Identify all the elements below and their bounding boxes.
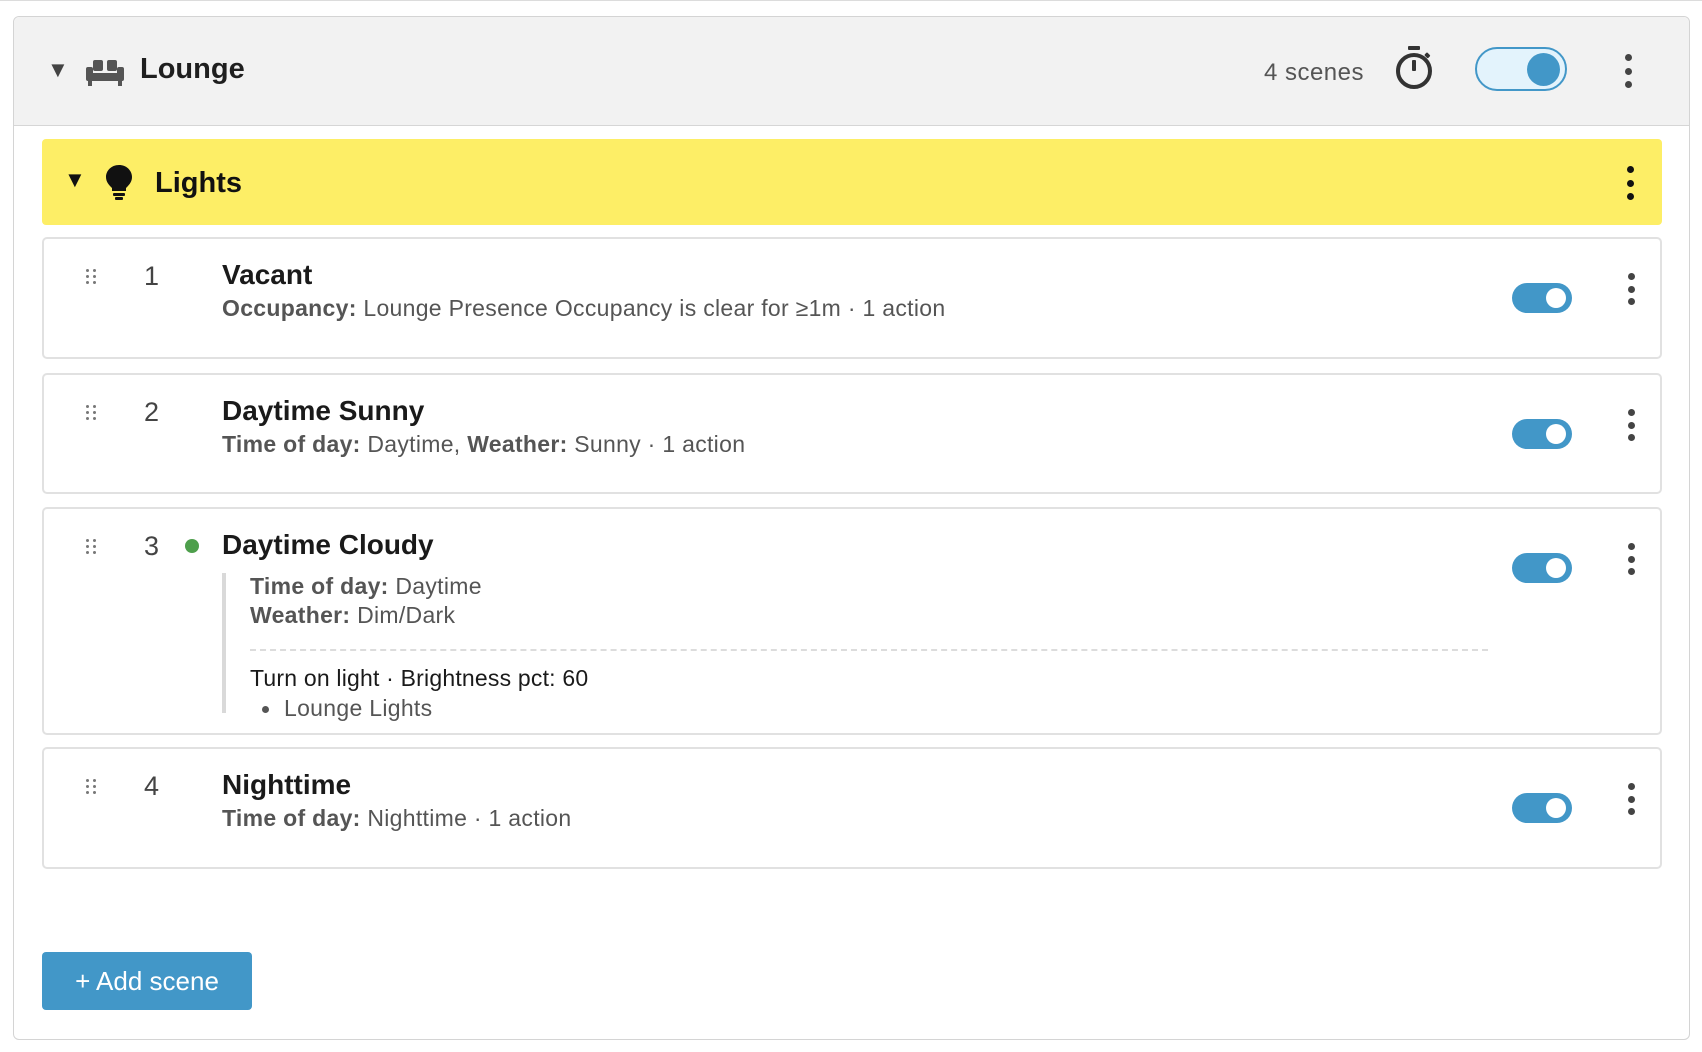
- group-title: Lights: [155, 167, 242, 199]
- scene-enable-toggle[interactable]: [1512, 283, 1572, 313]
- action-target: Lounge Lights: [284, 695, 433, 721]
- bullet-icon: [262, 706, 269, 713]
- scene-name: Vacant: [222, 259, 313, 290]
- scene-card-nighttime[interactable]: 4 Nighttime Time of day: Nighttime · 1 a…: [42, 747, 1662, 869]
- drag-handle-icon[interactable]: [86, 779, 100, 799]
- scene-name: Daytime Cloudy: [222, 529, 434, 560]
- scene-count: 4 scenes: [1263, 59, 1364, 86]
- scene-number: 2: [144, 397, 160, 427]
- scene-enable-toggle[interactable]: [1512, 553, 1572, 583]
- drag-handle-icon[interactable]: [86, 269, 100, 289]
- scene-name: Daytime Sunny: [222, 395, 425, 426]
- active-scene-indicator: [185, 539, 199, 553]
- drag-handle-icon[interactable]: [86, 405, 100, 425]
- add-scene-button[interactable]: + Add scene: [42, 952, 252, 1010]
- scene-more-menu-icon[interactable]: [1626, 543, 1636, 575]
- scene-enable-toggle[interactable]: [1512, 793, 1572, 823]
- room-enable-toggle[interactable]: [1475, 47, 1567, 91]
- top-divider: [0, 0, 1702, 1]
- scene-number: 4: [144, 771, 160, 801]
- scene-card-daytime-cloudy[interactable]: 3 Daytime Cloudy Time of day: Daytime We…: [42, 507, 1662, 735]
- collapse-caret-icon[interactable]: ▼: [47, 59, 69, 81]
- room-more-menu-icon[interactable]: [1623, 54, 1633, 88]
- scene-summary: Time of day: Daytime, Weather: Sunny · 1…: [222, 431, 746, 457]
- group-header-lights[interactable]: ▼ Lights: [42, 139, 1662, 225]
- sofa-icon: [86, 60, 124, 86]
- scene-more-menu-icon[interactable]: [1626, 783, 1636, 815]
- collapse-caret-icon[interactable]: ▼: [64, 169, 86, 191]
- scene-number: 3: [144, 531, 160, 561]
- scene-number: 1: [144, 261, 160, 291]
- lightbulb-icon: [106, 165, 132, 200]
- condition-row: Weather: Dim/Dark: [250, 602, 456, 628]
- scene-name: Nighttime: [222, 769, 352, 800]
- room-panel: ▼ Lounge 4 scenes ▼ Lights 1 Vacant Occu…: [13, 16, 1690, 1040]
- toggle-knob: [1527, 53, 1560, 86]
- drag-handle-icon[interactable]: [86, 539, 100, 559]
- scene-enable-toggle[interactable]: [1512, 419, 1572, 449]
- details-divider: [250, 649, 1488, 651]
- scene-more-menu-icon[interactable]: [1626, 409, 1636, 441]
- timer-icon[interactable]: [1394, 45, 1434, 91]
- scene-summary: Occupancy: Lounge Presence Occupancy is …: [222, 295, 946, 321]
- room-title: Lounge: [140, 53, 245, 85]
- scene-summary: Time of day: Nighttime · 1 action: [222, 805, 572, 831]
- scene-card-vacant[interactable]: 1 Vacant Occupancy: Lounge Presence Occu…: [42, 237, 1662, 359]
- condition-row: Time of day: Daytime: [250, 573, 482, 599]
- action-description: Turn on light · Brightness pct: 60: [250, 665, 589, 691]
- scene-more-menu-icon[interactable]: [1626, 273, 1636, 305]
- group-more-menu-icon[interactable]: [1625, 166, 1635, 200]
- room-header[interactable]: ▼ Lounge 4 scenes: [14, 17, 1689, 126]
- scene-details: Time of day: Daytime Weather: Dim/Dark T…: [222, 573, 1488, 721]
- scene-card-daytime-sunny[interactable]: 2 Daytime Sunny Time of day: Daytime, We…: [42, 373, 1662, 494]
